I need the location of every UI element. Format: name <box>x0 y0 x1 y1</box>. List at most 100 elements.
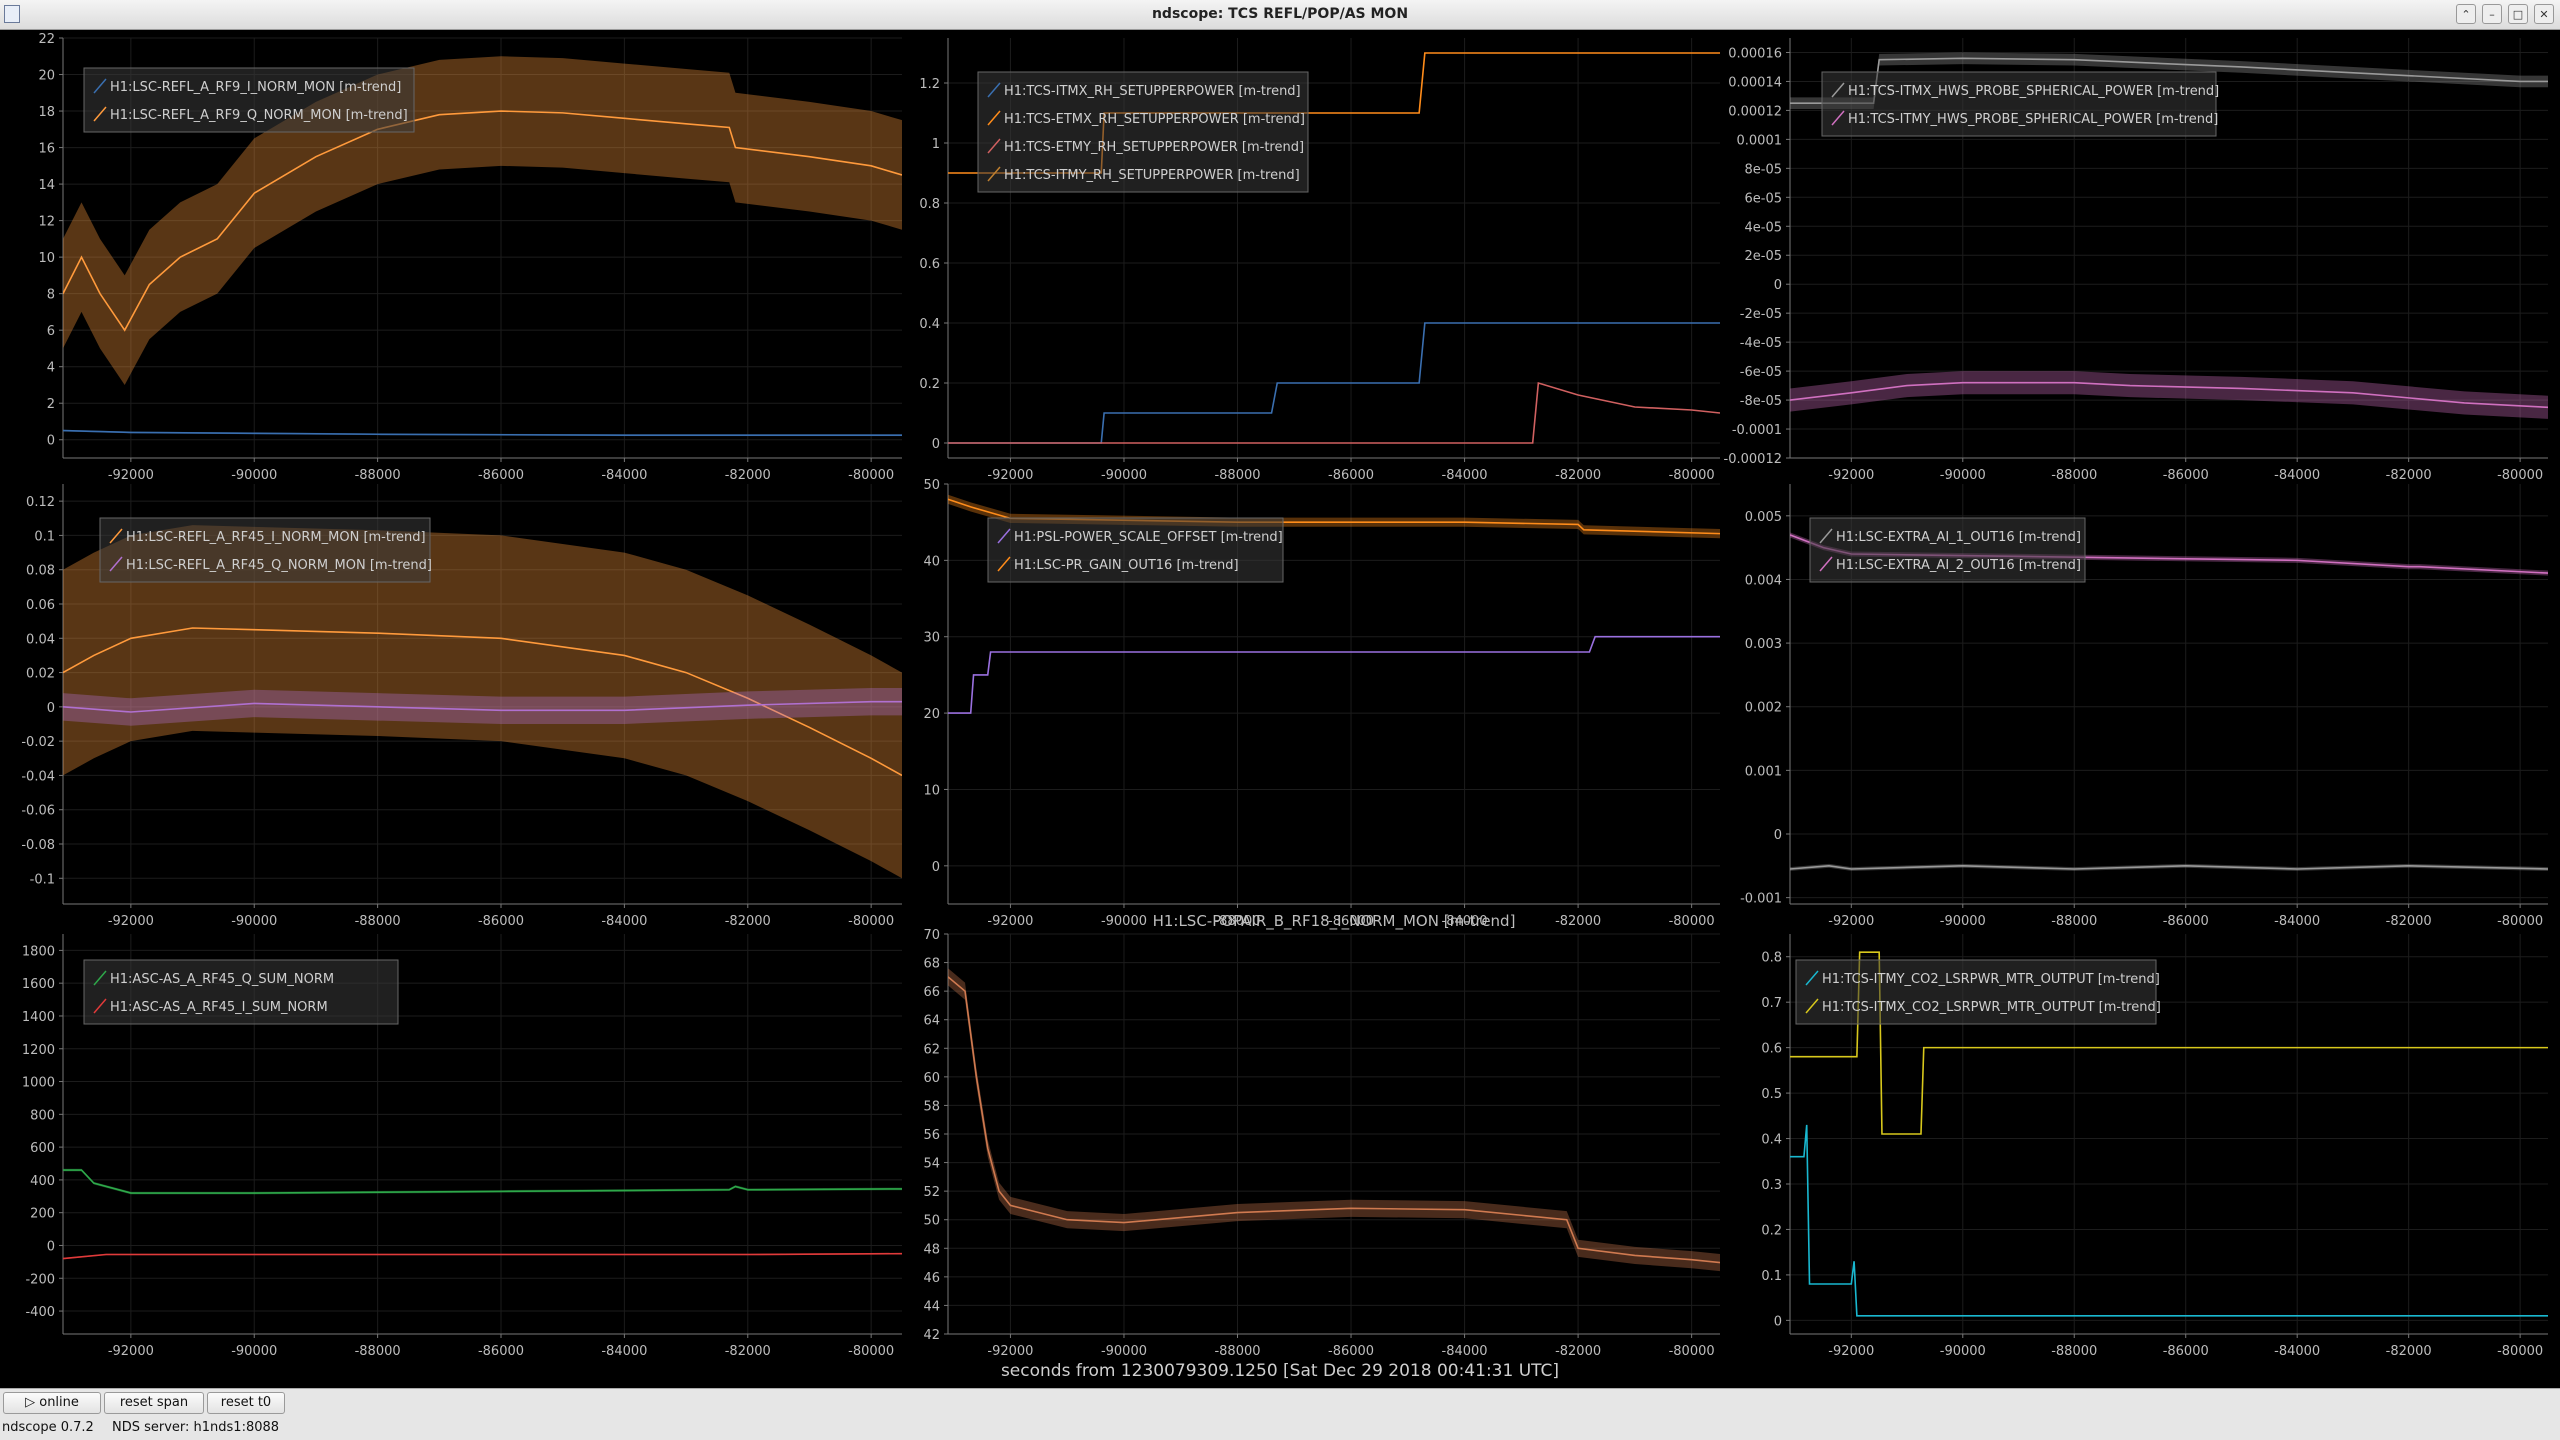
x-tick-label: -86000 <box>478 468 524 483</box>
plot-panel-7[interactable]: 1800 1600 1400 1200 1000 800 600 400 200 0 -200 -40… <box>22 934 902 1359</box>
online-button[interactable]: ▷ online <box>3 1392 101 1414</box>
x-tick-label: -88000 <box>355 914 401 929</box>
x-tick-label: -82000 <box>2386 914 2432 929</box>
window-controls: ⌃ – □ ✕ <box>2456 4 2554 24</box>
y-tick-label: 46 <box>923 1271 940 1286</box>
y-tick-label: 0 <box>47 434 55 449</box>
plot-panel-1[interactable]: 0 2 4 6 8 10 12 14 16 18 20 22 -92000 -90000 -88000 -86… <box>38 32 902 483</box>
x-tick-label: -82000 <box>725 914 771 929</box>
x-tick-label: -80000 <box>2497 914 2543 929</box>
minimize-icon[interactable]: – <box>2482 4 2502 24</box>
y-tick-label: 800 <box>30 1108 55 1123</box>
y-tick-label: 0 <box>932 437 940 452</box>
y-tick-label: 56 <box>923 1128 940 1143</box>
x-tick-label: -80000 <box>848 914 894 929</box>
plot-panel-4[interactable]: 0.12 0.1 0.08 0.06 0.04 0.02 0 -0.02 -0.04 -0.06 -… <box>21 484 902 929</box>
legend[interactable]: H1:TCS-ITMX_RH_SETUPPERPOWER [m-trend] H1… <box>977 71 1309 193</box>
y-tick-label: 44 <box>923 1299 940 1314</box>
x-tick-label: -90000 <box>1940 468 1986 483</box>
legend-label: H1:LSC-REFL_A_RF9_Q_NORM_MON [m-trend] <box>110 108 408 123</box>
y-tick-label: -0.08 <box>21 838 55 853</box>
y-tick-label: 0.0001 <box>1737 133 1783 148</box>
legend-label: H1:LSC-REFL_A_RF45_Q_NORM_MON [m-trend] <box>126 558 432 573</box>
legend[interactable]: H1:LSC-EXTRA_AI_1_OUT16 [m-trend] H1:LSC-… <box>1809 517 2086 583</box>
x-tick-label: -80000 <box>2497 1344 2543 1359</box>
plot-panel-5[interactable]: 50403020100-92000 -90000 -88000 -86000 -8400… <box>923 478 1720 929</box>
y-tick-label: 0.7 <box>1761 996 1782 1011</box>
y-tick-label: 0.002 <box>1745 701 1782 716</box>
x-tick-label: -88000 <box>355 1344 401 1359</box>
reset-span-button[interactable]: reset span <box>104 1392 204 1414</box>
plot-panel-6[interactable]: 0.005 0.004 0.003 0.002 0.001 0 -0.001 -92000 -9… <box>1740 484 2548 929</box>
x-tick-label: -86000 <box>1328 468 1374 483</box>
x-tick-label: -90000 <box>1101 914 1147 929</box>
close-icon[interactable]: ✕ <box>2534 4 2554 24</box>
plot-grid[interactable]: 0246810121416182022-92000 -90000 -88000 -86… <box>0 30 2560 1360</box>
x-tick-label: -86000 <box>478 1344 524 1359</box>
y-tick-label: 2 <box>47 397 55 412</box>
y-tick-label: 0 <box>932 860 940 875</box>
y-tick-label: 0.00014 <box>1728 75 1782 90</box>
shade-icon[interactable]: ⌃ <box>2456 4 2476 24</box>
y-tick-label: 16 <box>38 142 55 157</box>
y-tick-label: -200 <box>25 1272 55 1287</box>
legend[interactable]: H1:LSC-REFL_A_RF9_I_NORM_MON [m-trend] H1… <box>83 67 415 133</box>
y-tick-label: 70 <box>923 928 940 943</box>
x-tick-label: -82000 <box>2386 1344 2432 1359</box>
plot-panel-3[interactable]: 0.00016 0.00014 0.00012 0.0001 8e-05 6e-05 4e-… <box>1724 38 2548 483</box>
x-tick-label: -82000 <box>1555 1344 1601 1359</box>
y-tick-label: 0.8 <box>919 197 940 212</box>
x-tick-label: -82000 <box>1555 914 1601 929</box>
legend-label: H1:LSC-EXTRA_AI_1_OUT16 [m-trend] <box>1836 530 2081 545</box>
legend[interactable]: H1:TCS-ITMY_CO2_LSRPWR_MTR_OUTPUT [m-tre… <box>1795 959 2161 1025</box>
plot-panel-8[interactable]: 70 68 66 64 62 60 58 56 54 52 50 48 46 44 42 -92000 -900… <box>923 912 1720 1359</box>
x-tick-label: -88000 <box>2051 914 2097 929</box>
y-tick-label: 8 <box>47 288 55 303</box>
y-tick-label: 8e-05 <box>1744 162 1782 177</box>
y-tick-label: -6e-05 <box>1740 365 1782 380</box>
y-tick-label: 0.8 <box>1761 951 1782 966</box>
plot-panel-2[interactable]: 0 0.2 0.4 0.6 0.8 1 1.2 -92000 -90000 -88000 -8600… <box>919 38 1720 483</box>
y-tick-label: 0.001 <box>1745 764 1782 779</box>
y-tick-label: 4e-05 <box>1744 220 1782 235</box>
legend-label: H1:TCS-ITMX_HWS_PROBE_SPHERICAL_POWER [m… <box>1848 84 2219 99</box>
x-tick-label: -88000 <box>1214 1344 1260 1359</box>
status-bar: ndscope 0.7.2 NDS server: h1nds1:8088 <box>0 1416 2560 1440</box>
legend[interactable]: H1:TCS-ITMX_HWS_PROBE_SPHERICAL_POWER [m… <box>1821 71 2219 137</box>
y-tick-label: -8e-05 <box>1740 394 1782 409</box>
x-tick-label: -84000 <box>601 468 647 483</box>
y-tick-label: 0.6 <box>919 257 940 272</box>
x-tick-label: -90000 <box>231 1344 277 1359</box>
y-tick-label: -0.1 <box>30 872 55 887</box>
y-tick-label: 50 <box>923 1214 940 1229</box>
y-tick-label: 0 <box>47 701 55 716</box>
x-tick-label: -88000 <box>2051 1344 2097 1359</box>
plot-panel-9[interactable]: 0.8 0.7 0.6 0.5 0.4 0.3 0.2 0.1 0 -92000 -90000 -88… <box>1761 934 2548 1359</box>
y-tick-label: 1600 <box>22 977 55 992</box>
maximize-icon[interactable]: □ <box>2508 4 2528 24</box>
y-tick-label: 0.08 <box>26 564 55 579</box>
legend[interactable]: H1:PSL-POWER_SCALE_OFFSET [m-trend] H1:LS… <box>987 517 1284 583</box>
legend-label: H1:TCS-ITMY_RH_SETUPPERPOWER [m-trend] <box>1004 168 1300 183</box>
y-tick-label: 1200 <box>22 1043 55 1058</box>
y-tick-label: -400 <box>25 1305 55 1320</box>
y-tick-label: 52 <box>923 1185 940 1200</box>
y-tick-label: -4e-05 <box>1740 336 1782 351</box>
x-tick-label: -88000 <box>2051 468 2097 483</box>
legend[interactable]: H1:LSC-REFL_A_RF45_I_NORM_MON [m-trend] H… <box>99 517 432 583</box>
y-tick-label: 1000 <box>22 1076 55 1091</box>
x-tick-label: -82000 <box>725 468 771 483</box>
reset-t0-button[interactable]: reset t0 <box>207 1392 285 1414</box>
y-tick-label: 0.4 <box>1761 1133 1782 1148</box>
legend-label: H1:TCS-ITMY_HWS_PROBE_SPHERICAL_POWER [m… <box>1848 112 2218 127</box>
y-tick-label: -0.06 <box>21 804 55 819</box>
x-tick-label: -84000 <box>2274 1344 2320 1359</box>
legend[interactable]: H1:ASC-AS_A_RF45_Q_SUM_NORM H1:ASC-AS_A_R… <box>83 959 399 1025</box>
play-icon: ▷ <box>25 1395 40 1410</box>
x-tick-label: -84000 <box>601 914 647 929</box>
y-tick-label: 14 <box>38 178 55 193</box>
y-tick-label: -2e-05 <box>1740 307 1782 322</box>
y-tick-label: 6 <box>47 324 55 339</box>
legend-label: H1:ASC-AS_A_RF45_Q_SUM_NORM <box>110 972 334 987</box>
y-tick-label: 10 <box>38 251 55 266</box>
